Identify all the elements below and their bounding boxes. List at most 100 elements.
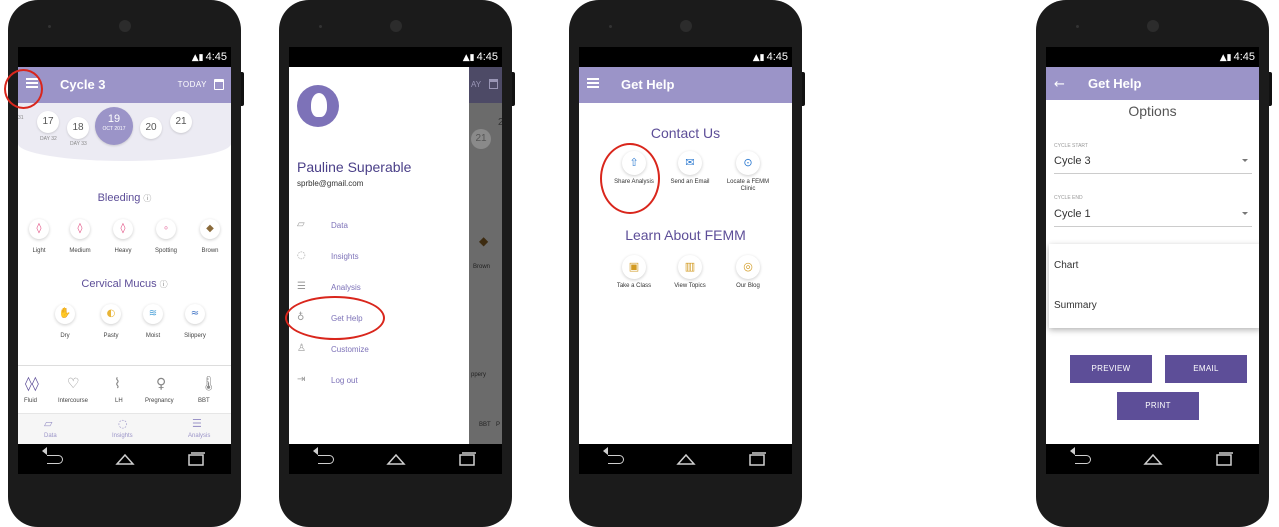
tracker-fluid-label: Fluid (24, 398, 38, 404)
heart-icon[interactable]: ♡ (67, 376, 80, 392)
back-nav-icon[interactable] (1071, 451, 1093, 467)
signal-battery-icon: ▲▮ (462, 53, 475, 63)
info-icon[interactable]: ⓘ (143, 194, 151, 203)
back-nav-icon[interactable] (314, 451, 336, 467)
drawer-item-data[interactable]: ▱ Data (297, 219, 457, 235)
today-button[interactable]: TODAY (178, 67, 207, 103)
pregnancy-icon[interactable]: ♀ (156, 376, 166, 392)
data-icon[interactable]: ▱ (44, 417, 52, 430)
bottom-nav: ▱ Data ◌ Insights ☰ Analysis (18, 413, 231, 444)
nav-insights-label[interactable]: Insights (112, 433, 133, 439)
side-button (512, 72, 515, 106)
home-nav-icon[interactable] (675, 451, 697, 467)
view-topics-action[interactable]: ▥ View Topics (664, 255, 716, 290)
location-pin-icon: ⊙ (736, 151, 760, 175)
drawer-item-customize[interactable]: ♙ Customize (297, 343, 457, 359)
user-email: sprble@gmail.com (297, 179, 364, 188)
options-title: Options (1128, 103, 1177, 119)
print-button[interactable]: PRINT (1117, 392, 1199, 420)
mucus-dry-label: Dry (60, 333, 70, 339)
app-bar: ← Get Help (1046, 67, 1259, 100)
class-icon: ▣ (622, 255, 646, 279)
menu-item-chart[interactable]: Chart (1054, 260, 1078, 271)
recents-nav-icon[interactable] (185, 451, 207, 467)
dimmed-calendar-icon (489, 79, 498, 89)
day-19-selected[interactable]: 19 OCT 2017 (95, 107, 133, 145)
email-button[interactable]: EMAIL (1165, 355, 1247, 383)
bleeding-heavy-chip[interactable]: ◊ (113, 219, 133, 239)
phone-2: ▲▮ 4:45 AY 21 2 ◆ Brown ppery BBT P Pauli… (279, 0, 515, 527)
insights-icon[interactable]: ◌ (118, 417, 128, 430)
side-button (1269, 72, 1272, 106)
mucus-moist-chip[interactable]: ≋ (143, 304, 163, 324)
dropdown-caret-icon (1242, 212, 1248, 218)
drawer-item-insights[interactable]: ◌ Insights (297, 250, 457, 266)
send-email-action[interactable]: ✉ Send an Email (664, 151, 716, 186)
fluid-icon[interactable]: ◊◊ (25, 376, 39, 392)
nav-data-label[interactable]: Data (44, 433, 57, 439)
day-17[interactable]: 17 (37, 111, 59, 133)
info-icon[interactable]: ⓘ (160, 280, 168, 289)
sensor (1076, 25, 1079, 28)
dropdown-caret-icon (1242, 159, 1248, 165)
avatar[interactable] (297, 85, 339, 127)
thermometer-icon[interactable]: 🌡 (200, 376, 218, 392)
action-label: Take a Class (616, 283, 652, 289)
analysis-icon[interactable]: ☰ (192, 417, 202, 430)
back-arrow-icon[interactable]: ← (1054, 78, 1065, 92)
mucus-dry-chip[interactable]: ✋ (55, 304, 75, 324)
menu-icon[interactable] (587, 78, 599, 88)
status-bar: ▲▮ 4:45 (579, 47, 792, 67)
menu-item-summary[interactable]: Summary (1054, 300, 1097, 311)
earpiece (679, 20, 692, 32)
page-title: Get Help (1088, 76, 1142, 91)
mucus-pasty-chip[interactable]: ◐ (101, 304, 121, 324)
home-nav-icon[interactable] (385, 451, 407, 467)
recents-nav-icon[interactable] (456, 451, 478, 467)
tracker-pregnancy-label: Pregnancy (145, 398, 174, 404)
back-nav-icon[interactable] (604, 451, 626, 467)
locate-clinic-action[interactable]: ⊙ Locate a FEMM Clinic (722, 151, 774, 193)
system-nav (289, 444, 502, 474)
lh-test-icon[interactable]: ⌇ (114, 376, 121, 392)
day-19-num: 19 (107, 113, 121, 125)
screen-options: ▲▮ 4:45 ← Get Help Options CYCLE START Cy… (1046, 47, 1259, 444)
day-18[interactable]: 18 (67, 117, 89, 139)
bleeding-brown-label: Brown (201, 248, 219, 254)
dimmed-app-bar: AY (469, 67, 502, 103)
recents-nav-icon[interactable] (746, 451, 768, 467)
bleeding-light-chip[interactable]: ◊ (29, 219, 49, 239)
cycle-end-select[interactable]: Cycle 1 (1054, 208, 1252, 227)
bleeding-medium-label: Medium (69, 248, 91, 254)
drawer-scrim[interactable]: AY 21 2 ◆ Brown ppery BBT P (469, 67, 502, 444)
our-blog-action[interactable]: ◎ Our Blog (722, 255, 774, 290)
back-nav-icon[interactable] (43, 451, 65, 467)
bleeding-spotting-chip[interactable]: ∘ (156, 219, 176, 239)
day-21[interactable]: 21 (170, 111, 192, 133)
drawer-item-analysis[interactable]: ☰ Analysis (297, 281, 457, 297)
nav-analysis-label[interactable]: Analysis (188, 433, 210, 439)
drawer-item-logout[interactable]: ⇥ Log out (297, 374, 457, 390)
take-class-action[interactable]: ▣ Take a Class (608, 255, 660, 290)
cycle-start-select[interactable]: Cycle 3 (1054, 155, 1252, 174)
action-label: View Topics (674, 283, 706, 289)
home-nav-icon[interactable] (114, 451, 136, 467)
mucus-slippery-label: Slippery (184, 333, 206, 339)
day-20[interactable]: 20 (140, 117, 162, 139)
recents-nav-icon[interactable] (1213, 451, 1235, 467)
logout-icon: ⇥ (297, 374, 306, 385)
dimmed-brown-icon: ◆ (479, 234, 489, 248)
app-bar: Cycle 3 TODAY (18, 67, 231, 103)
home-nav-icon[interactable] (1142, 451, 1164, 467)
dimmed-day: 21 (471, 129, 491, 149)
mucus-slippery-chip[interactable]: ≈ (185, 304, 205, 324)
tracker-lh-label: LH (115, 398, 123, 404)
cycle-start-value: Cycle 3 (1054, 155, 1091, 167)
preview-button[interactable]: PREVIEW (1070, 355, 1152, 383)
tracker-bbt-label: BBT (198, 398, 210, 404)
status-bar: ▲▮ 4:45 (1046, 47, 1259, 67)
bleeding-brown-chip[interactable]: ◆ (200, 219, 220, 239)
calendar-icon[interactable] (214, 79, 224, 90)
app-bar: Get Help (579, 67, 792, 103)
bleeding-medium-chip[interactable]: ◊ (70, 219, 90, 239)
